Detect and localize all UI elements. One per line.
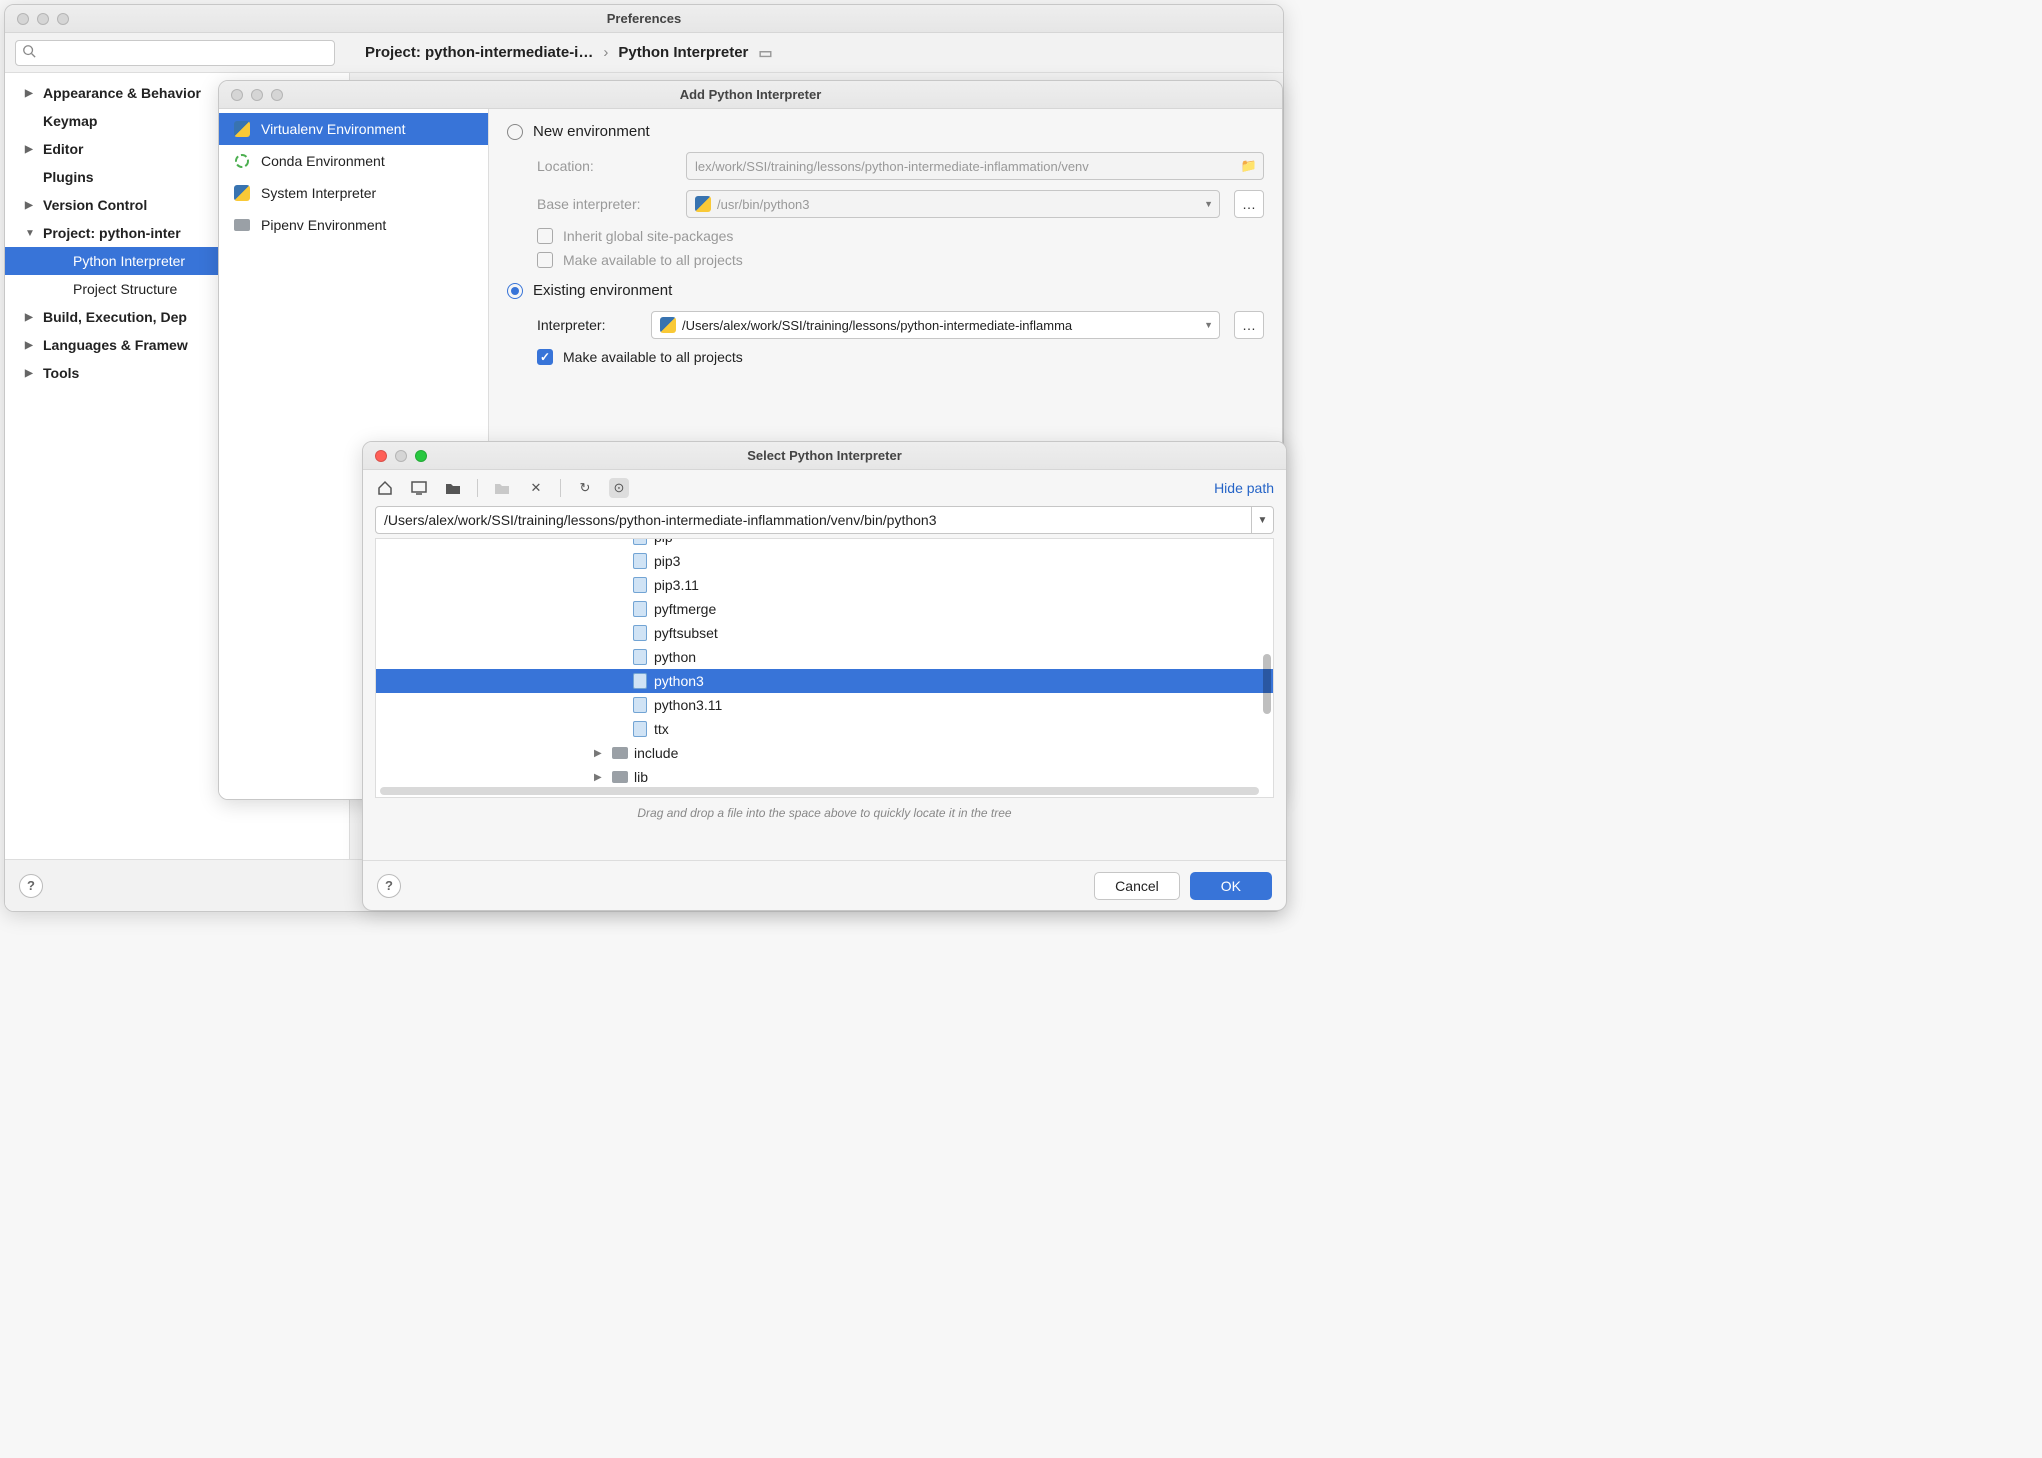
inherit-packages-checkbox — [537, 228, 553, 244]
titlebar: Preferences — [5, 5, 1283, 33]
chevron-icon: ▶ — [25, 312, 39, 323]
python-file-icon — [632, 601, 648, 617]
folder-icon — [612, 769, 628, 785]
home-icon[interactable] — [375, 478, 395, 498]
interpreter-type-item[interactable]: Pipenv Environment — [219, 209, 488, 241]
interpreter-combo[interactable]: /Users/alex/work/SSI/training/lessons/py… — [651, 311, 1220, 339]
search-icon — [22, 44, 36, 61]
chevron-right-icon: ▶ — [594, 748, 606, 759]
breadcrumb-page: Python Interpreter — [618, 44, 748, 61]
window-title: Preferences — [5, 11, 1283, 26]
breadcrumb: Project: python-intermediate-i… › Python… — [365, 44, 773, 62]
browse-button: … — [1234, 190, 1264, 218]
chevron-down-icon: ▼ — [1204, 199, 1213, 209]
python-icon — [660, 317, 676, 333]
breadcrumb-project[interactable]: Project: python-intermediate-i… — [365, 44, 593, 61]
python-file-icon — [632, 721, 648, 737]
python-file-icon — [632, 553, 648, 569]
python-file-icon — [632, 577, 648, 593]
file-item[interactable]: python3.11 — [376, 693, 1273, 717]
scrollbar-thumb[interactable] — [1263, 654, 1271, 714]
refresh-icon[interactable]: ↻ — [575, 478, 595, 498]
base-interpreter-combo: /usr/bin/python3 ▼ — [686, 190, 1220, 218]
location-field: lex/work/SSI/training/lessons/python-int… — [686, 152, 1264, 180]
interpreter-type-item[interactable]: System Interpreter — [219, 177, 488, 209]
interpreter-type-label: System Interpreter — [261, 185, 376, 201]
file-tree[interactable]: pippip3pip3.11pyftmergepyftsubsetpythonp… — [375, 538, 1274, 798]
window-title: Select Python Interpreter — [363, 448, 1286, 463]
file-item[interactable]: python — [376, 645, 1273, 669]
project-icon[interactable] — [443, 478, 463, 498]
interpreter-type-item[interactable]: Virtualenv Environment — [219, 113, 488, 145]
hide-path-link[interactable]: Hide path — [1214, 480, 1274, 496]
overflow-icon[interactable]: ▭ — [758, 44, 772, 62]
file-item[interactable]: pip3.11 — [376, 573, 1273, 597]
interpreter-type-item[interactable]: Conda Environment — [219, 145, 488, 177]
interpreter-type-label: Conda Environment — [261, 153, 385, 169]
window-title: Add Python Interpreter — [219, 87, 1282, 102]
location-label: Location: — [537, 158, 672, 174]
delete-icon[interactable]: ✕ — [526, 478, 546, 498]
titlebar: Select Python Interpreter — [363, 442, 1286, 470]
interpreter-type-label: Pipenv Environment — [261, 217, 386, 233]
desktop-icon[interactable] — [409, 478, 429, 498]
chevron-icon: ▶ — [25, 200, 39, 211]
binary-file-icon — [632, 673, 648, 689]
env-type-icon — [233, 152, 251, 170]
cancel-button[interactable]: Cancel — [1094, 872, 1180, 900]
env-type-icon — [233, 216, 251, 234]
chevron-icon: ▶ — [25, 368, 39, 379]
radio-existing-environment[interactable]: Existing environment — [507, 282, 1264, 299]
chevron-down-icon: ▼ — [1204, 320, 1213, 330]
file-item[interactable]: pip — [376, 538, 1273, 549]
titlebar: Add Python Interpreter — [219, 81, 1282, 109]
chevron-icon: ▼ — [25, 228, 39, 239]
folder-item[interactable]: ▶lib — [376, 765, 1273, 789]
file-browser-toolbar: ✕ ↻ ⊙ Hide path — [363, 470, 1286, 506]
interpreter-type-label: Virtualenv Environment — [261, 121, 405, 137]
file-item[interactable]: pyftmerge — [376, 597, 1273, 621]
radio-new-environment[interactable]: New environment — [507, 123, 1264, 140]
show-hidden-icon[interactable]: ⊙ — [609, 478, 629, 498]
binary-file-icon — [632, 649, 648, 665]
file-item[interactable]: pyftsubset — [376, 621, 1273, 645]
make-available-checkbox — [537, 252, 553, 268]
folder-icon: 📁 — [1241, 158, 1257, 174]
search-input[interactable] — [15, 40, 335, 66]
python-icon — [695, 196, 711, 212]
browse-button[interactable]: … — [1234, 311, 1264, 339]
chevron-icon: ▶ — [25, 144, 39, 155]
file-item[interactable]: pip3 — [376, 549, 1273, 573]
file-item[interactable]: ttx — [376, 717, 1273, 741]
env-type-icon — [233, 184, 251, 202]
path-input[interactable]: /Users/alex/work/SSI/training/lessons/py… — [375, 506, 1274, 534]
env-type-icon — [233, 120, 251, 138]
help-button[interactable]: ? — [377, 874, 401, 898]
drop-hint: Drag and drop a file into the space abov… — [363, 806, 1286, 820]
base-interpreter-label: Base interpreter: — [537, 196, 672, 212]
horizontal-scrollbar[interactable] — [380, 787, 1259, 795]
binary-file-icon — [632, 697, 648, 713]
chevron-icon: ▶ — [25, 340, 39, 351]
file-item[interactable]: python3 — [376, 669, 1273, 693]
folder-item[interactable]: ▶include — [376, 741, 1273, 765]
python-file-icon — [632, 538, 648, 545]
chevron-icon: ▶ — [25, 88, 39, 99]
chevron-right-icon: ▶ — [594, 772, 606, 783]
ok-button[interactable]: OK — [1190, 872, 1272, 900]
new-folder-icon[interactable] — [492, 478, 512, 498]
chevron-right-icon: › — [603, 44, 608, 61]
make-available-checkbox[interactable]: ✓ — [537, 349, 553, 365]
python-file-icon — [632, 625, 648, 641]
interpreter-label: Interpreter: — [537, 317, 637, 333]
help-button[interactable]: ? — [19, 874, 43, 898]
folder-icon — [612, 745, 628, 761]
select-interpreter-window: Select Python Interpreter ✕ ↻ ⊙ Hide pat… — [362, 441, 1287, 911]
chevron-down-icon[interactable]: ▼ — [1251, 507, 1273, 533]
